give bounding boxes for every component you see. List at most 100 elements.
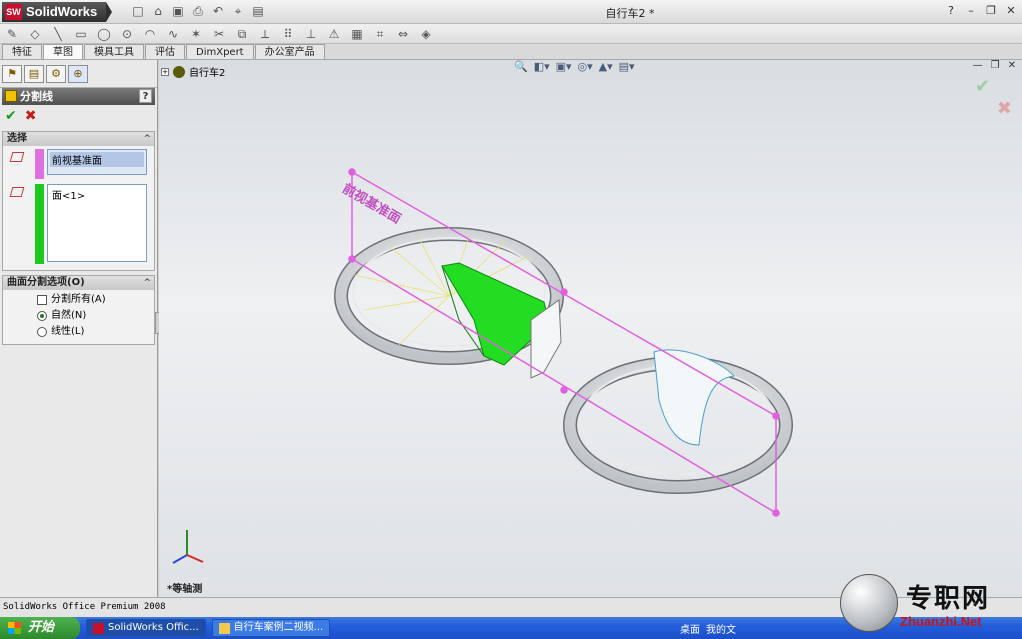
options-group-header[interactable]: 曲面分割选项(O) ^ xyxy=(3,276,154,290)
watermark: 专职网 Zhuanzhi.Net xyxy=(840,572,1022,632)
tab-evaluate[interactable]: 评估 xyxy=(145,44,185,59)
start-button[interactable]: 开始 xyxy=(0,617,80,639)
instant-3d-icon[interactable]: ◈ xyxy=(418,27,434,42)
coordinate-triad xyxy=(172,530,204,564)
offset-icon[interactable]: ⧉ xyxy=(234,27,250,42)
block-icon[interactable]: ▦ xyxy=(349,27,365,42)
select-icon[interactable]: ⌖ xyxy=(230,4,246,19)
property-manager-panel: ⚑ ▤ ⚙ ⊕ 分割线 ? ✔ ✖ 选择 ^ 前视基准面 面<1> 曲面分割选项… xyxy=(0,60,158,597)
print-icon[interactable]: ⎙ xyxy=(190,4,206,19)
start-label: 开始 xyxy=(28,620,55,635)
solidworks-app-icon xyxy=(93,622,104,634)
selections-group-header[interactable]: 选择 ^ xyxy=(3,132,154,146)
options-group-title: 曲面分割选项(O) xyxy=(7,277,85,288)
sketch-icon[interactable]: ✎ xyxy=(4,27,20,42)
watermark-en-text: Zhuanzhi.Net xyxy=(900,614,982,629)
featuremanager-tabs: ⚑ ▤ ⚙ ⊕ xyxy=(0,60,157,88)
watermark-cn-text: 专职网 xyxy=(906,584,991,614)
menu-arrow-icon xyxy=(106,2,112,22)
app-name: SolidWorks xyxy=(26,4,98,19)
pattern-icon[interactable]: ⠿ xyxy=(280,27,296,42)
face-icon xyxy=(9,187,25,197)
new-document-icon[interactable]: □ xyxy=(130,4,146,19)
configuration-tab-icon[interactable]: ⚙ xyxy=(46,65,66,83)
trim-icon[interactable]: ✂ xyxy=(211,27,227,42)
move-entities-icon[interactable]: ⇔ xyxy=(395,27,411,42)
open-icon[interactable]: ⌂ xyxy=(150,4,166,19)
linear-radio[interactable] xyxy=(37,327,47,337)
status-text: SolidWorks Office Premium 2008 xyxy=(3,602,166,612)
relations-icon[interactable]: ⊥ xyxy=(303,27,319,42)
graphics-area[interactable]: + 自行车2 🔍 ◧▾ ▣▾ ◎▾ ▲▾ ▤▾ — ❐ ✕ ✔ ✖ 前视基准面 … xyxy=(159,60,1022,597)
desktop-toolbar-item[interactable]: 桌面 xyxy=(680,621,700,636)
selections-group-title: 选择 xyxy=(7,133,27,144)
linear-label: 线性(L) xyxy=(51,326,85,337)
windows-logo-icon xyxy=(8,622,21,634)
title-bar: SW SolidWorks □ ⌂ ▣ ⎙ ↶ ⌖ ▤ 自行车2 * ? – ❐… xyxy=(0,0,1022,24)
undo-icon[interactable]: ↶ xyxy=(210,4,226,19)
solidworks-logo-icon: SW xyxy=(5,4,22,20)
split-entity-color-bar xyxy=(35,149,44,179)
tab-dimxpert[interactable]: DimXpert xyxy=(186,44,254,59)
taskbar-item-folder[interactable]: 自行车案例二视频... xyxy=(211,619,331,637)
split-entity-selection-box[interactable]: 前视基准面 xyxy=(47,149,147,175)
quick-snap-icon[interactable]: ⌗ xyxy=(372,27,388,42)
solidworks-logo[interactable]: SW SolidWorks xyxy=(2,2,112,22)
tab-sketch[interactable]: 草图 xyxy=(43,44,83,59)
natural-label: 自然(N) xyxy=(51,310,87,321)
rectangle-icon[interactable]: ▭ xyxy=(73,27,89,42)
help-button[interactable]: ? xyxy=(944,4,958,18)
face-item[interactable]: 面<1> xyxy=(50,187,144,202)
split-entity-row: 前视基准面 xyxy=(3,149,154,181)
spline-icon[interactable]: ∿ xyxy=(165,27,181,42)
linear-option[interactable]: 线性(L) xyxy=(3,324,154,340)
model-viewport[interactable] xyxy=(159,60,1022,597)
taskbar-item-solidworks[interactable]: SolidWorks Offic... xyxy=(86,619,206,637)
window-controls: ? – ❐ ✕ xyxy=(944,4,1018,18)
split-entity-item[interactable]: 前视基准面 xyxy=(50,152,144,167)
close-icon[interactable]: ✕ xyxy=(1004,4,1018,18)
pm-help-button[interactable]: ? xyxy=(139,89,152,103)
circle-icon[interactable]: ◯ xyxy=(96,27,112,42)
tab-mold-tools[interactable]: 模具工具 xyxy=(84,44,144,59)
property-manager-tab-icon[interactable]: ▤ xyxy=(24,65,44,83)
faces-selection-box[interactable]: 面<1> xyxy=(47,184,147,262)
split-all-option[interactable]: 分割所有(A) xyxy=(3,292,154,308)
command-manager-tabs: 特征 草图 模具工具 评估 DimXpert 办公室产品 xyxy=(0,44,1022,60)
smart-dimension-icon[interactable]: ◇ xyxy=(27,27,43,42)
natural-option[interactable]: 自然(N) xyxy=(3,308,154,324)
minimize-icon[interactable]: – xyxy=(964,4,978,18)
faces-row: 面<1> xyxy=(3,184,154,266)
restore-icon[interactable]: ❐ xyxy=(984,4,998,18)
arc-icon[interactable]: ◠ xyxy=(142,27,158,42)
tab-office-products[interactable]: 办公室产品 xyxy=(254,44,325,59)
surface-split-options-group: 曲面分割选项(O) ^ 分割所有(A) 自然(N) 线性(L) xyxy=(2,275,155,345)
mirror-icon[interactable]: ⟂ xyxy=(257,27,273,42)
tab-features[interactable]: 特征 xyxy=(2,44,42,59)
natural-radio[interactable] xyxy=(37,311,47,321)
plane-icon xyxy=(9,152,25,162)
watermark-ball-logo xyxy=(840,574,898,632)
standard-toolbar: □ ⌂ ▣ ⎙ ↶ ⌖ ▤ xyxy=(130,4,266,19)
my-documents-item[interactable]: 我的文 xyxy=(706,621,736,636)
property-manager-header: 分割线 ? xyxy=(2,88,155,105)
repair-icon[interactable]: ⚠ xyxy=(326,27,342,42)
sketch-toolbar: ✎ ◇ ╲ ▭ ◯ ⊙ ◠ ∿ ✶ ✂ ⧉ ⟂ ⠿ ⊥ ⚠ ▦ ⌗ ⇔ ◈ xyxy=(0,24,1022,44)
save-icon[interactable]: ▣ xyxy=(170,4,186,19)
property-manager-title: 分割线 xyxy=(20,90,53,103)
pm-action-buttons: ✔ ✖ xyxy=(0,105,157,127)
point-icon[interactable]: ✶ xyxy=(188,27,204,42)
cancel-button[interactable]: ✖ xyxy=(25,108,37,124)
ok-button[interactable]: ✔ xyxy=(5,108,17,124)
split-all-checkbox[interactable] xyxy=(37,295,47,305)
folder-icon xyxy=(218,622,230,634)
dimxpert-tab-icon[interactable]: ⊕ xyxy=(68,65,88,83)
collapse-icon[interactable]: ^ xyxy=(143,132,151,146)
rebuild-icon[interactable]: ▤ xyxy=(250,4,266,19)
feature-tree-tab-icon[interactable]: ⚑ xyxy=(2,65,22,83)
line-icon[interactable]: ╲ xyxy=(50,27,66,42)
task-label: SolidWorks Offic... xyxy=(108,622,199,633)
ellipse-icon[interactable]: ⊙ xyxy=(119,27,135,42)
collapse-icon[interactable]: ^ xyxy=(143,276,151,290)
split-line-icon xyxy=(5,90,17,102)
